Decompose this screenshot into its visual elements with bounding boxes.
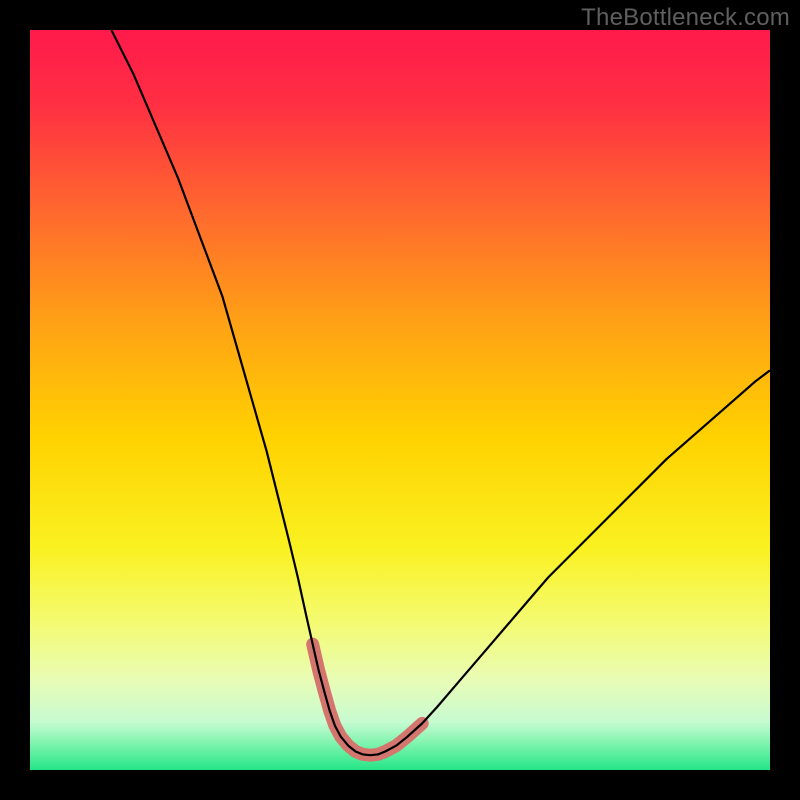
chart-background bbox=[30, 30, 770, 770]
chart-frame: TheBottleneck.com bbox=[0, 0, 800, 800]
bottleneck-chart bbox=[30, 30, 770, 770]
watermark-text: TheBottleneck.com bbox=[581, 4, 790, 32]
